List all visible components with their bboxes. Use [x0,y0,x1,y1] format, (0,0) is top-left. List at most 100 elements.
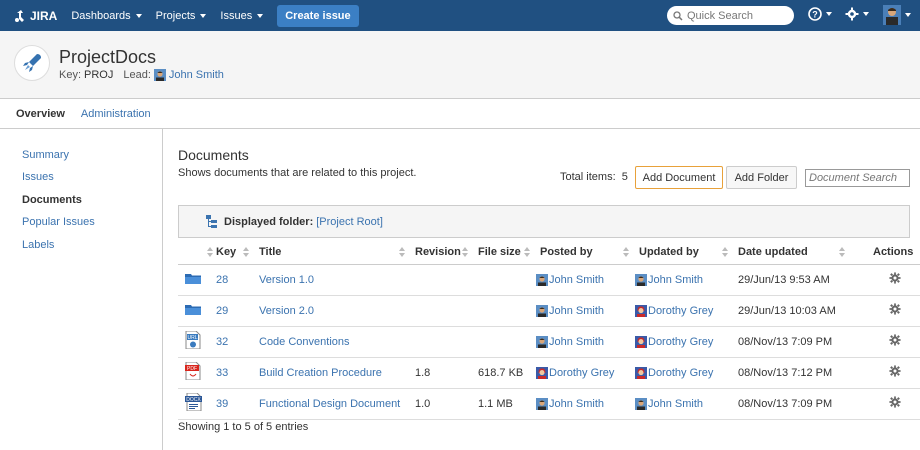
top-navigation-bar: JIRA Dashboards Projects Issues Create i… [0,0,920,31]
row-updated-by-cell: John Smith [632,264,731,296]
folder-icon [185,271,201,285]
column-header-date-updated[interactable]: Date updated [731,240,848,265]
posted-by-user-link[interactable]: John Smith [549,398,604,410]
row-date-cell: 29/Jun/13 9:53 AM [731,264,848,296]
document-date-updated: 29/Jun/13 9:53 AM [738,273,830,286]
add-document-button[interactable]: Add Document [635,166,723,189]
sidebar-item-summary[interactable]: Summary [22,149,69,161]
column-header-file-size[interactable]: File size [471,240,533,265]
row-revision-cell [408,326,471,358]
quick-search-input[interactable]: Quick Search [667,6,794,25]
updated-by-user-link[interactable]: John Smith [648,274,703,286]
displayed-folder-bar: Displayed folder: [Project Root] [178,205,910,238]
updated-by-user-link[interactable]: John Smith [648,398,703,410]
document-file-size: 1.1 MB [478,397,513,410]
search-icon [673,10,683,21]
sort-icon [623,247,629,257]
document-title-link[interactable]: Version 2.0 [259,305,314,317]
document-search-input[interactable]: Document Search [805,169,910,187]
document-key-link[interactable]: 28 [216,274,228,286]
document-title-link[interactable]: Build Creation Procedure [259,367,382,379]
project-header: ProjectDocs Key: PROJ Lead: John Smith [0,31,920,99]
chevron-down-icon [135,13,142,18]
posted-by-user-link[interactable]: John Smith [549,336,604,348]
column-header-title[interactable]: Title [252,240,408,265]
row-key-cell: 39 [216,388,252,420]
john-smith-avatar-icon [536,335,548,348]
document-key-link[interactable]: 33 [216,367,228,379]
row-actions-button[interactable] [889,365,901,377]
updated-by-user-link[interactable]: Dorothy Grey [648,305,713,317]
total-items-label: Total items: [560,171,616,183]
row-type-cell [178,295,216,327]
john-smith-avatar-icon [536,397,548,410]
sidebar-item-popular-issues[interactable]: Popular Issues [22,216,95,228]
row-type-cell: DOCX [178,388,216,420]
posted-by-user-link[interactable]: John Smith [549,305,604,317]
project-sidebar: Summary Issues Documents Popular Issues … [0,129,163,450]
posted-by-user-link[interactable]: John Smith [549,274,604,286]
document-key-link[interactable]: 39 [216,398,228,410]
settings-menu[interactable] [845,7,869,21]
create-issue-button[interactable]: Create issue [277,4,359,27]
svg-text:DOCX: DOCX [186,397,201,403]
displayed-folder-link[interactable]: [Project Root] [316,216,383,228]
column-header-type[interactable] [178,240,216,265]
document-title-link[interactable]: Functional Design Document [259,398,400,410]
jira-logo[interactable]: JIRA [14,9,57,23]
row-posted-by-cell: John Smith [533,264,632,296]
table-row: PDF 33 Build Creation Procedure 1.8 618.7 KB… [178,357,920,389]
row-date-cell: 08/Nov/13 7:09 PM [731,326,848,358]
nav-projects-menu[interactable]: Projects [156,10,207,22]
documents-panel: Documents Shows documents that are relat… [163,129,920,450]
add-folder-button[interactable]: Add Folder [726,166,797,189]
row-posted-by-cell: Dorothy Grey [533,357,632,389]
sidebar-item-labels[interactable]: Labels [22,239,54,251]
row-revision-cell [408,295,471,327]
gear-icon [889,334,901,346]
documents-title: Documents [178,147,249,163]
rocket-icon [23,54,41,72]
nav-projects-label: Projects [155,9,196,22]
updated-by-user-link[interactable]: Dorothy Grey [648,336,713,348]
column-header-key[interactable]: Key [216,240,252,265]
sidebar-item-issues[interactable]: Issues [22,171,54,183]
sort-icon [243,247,249,257]
row-posted-by-cell: John Smith [533,388,632,420]
column-header-updated-by[interactable]: Updated by [632,240,731,265]
row-key-cell: 33 [216,357,252,389]
document-key-link[interactable]: 32 [216,336,228,348]
help-menu[interactable]: ? [808,7,832,21]
document-title-link[interactable]: Version 1.0 [259,274,314,286]
nav-issues-menu[interactable]: Issues [220,10,264,22]
sidebar-item-documents[interactable]: Documents [22,194,82,206]
folder-tree-icon [206,215,217,228]
chevron-down-icon [826,12,832,16]
project-tabs: Overview Administration [0,99,920,129]
sort-icon [839,247,845,257]
tab-overview[interactable]: Overview [16,108,65,120]
row-posted-by-cell: John Smith [533,326,632,358]
document-key-link[interactable]: 29 [216,305,228,317]
tab-administration[interactable]: Administration [81,108,151,120]
project-lead-link[interactable]: John Smith [169,69,224,81]
row-actions-cell [848,264,920,296]
row-actions-button[interactable] [889,334,901,346]
column-header-posted-by[interactable]: Posted by [533,240,632,265]
posted-by-user-link[interactable]: Dorothy Grey [549,367,614,379]
user-profile-menu[interactable] [883,5,911,25]
lead-label: Lead: [123,69,151,81]
row-revision-cell: 1.0 [408,388,471,420]
column-header-revision[interactable]: Revision [408,240,471,265]
document-title-link[interactable]: Code Conventions [259,336,350,348]
document-date-updated: 29/Jun/13 10:03 AM [738,304,836,317]
row-actions-button[interactable] [889,303,901,315]
row-updated-by-cell: John Smith [632,388,731,420]
row-actions-button[interactable] [889,396,901,408]
nav-dashboards-menu[interactable]: Dashboards [71,10,142,22]
row-actions-button[interactable] [889,272,901,284]
updated-by-user-link[interactable]: Dorothy Grey [648,367,713,379]
svg-text:PDF: PDF [187,366,197,372]
row-key-cell: 32 [216,326,252,358]
sort-icon [207,247,213,257]
